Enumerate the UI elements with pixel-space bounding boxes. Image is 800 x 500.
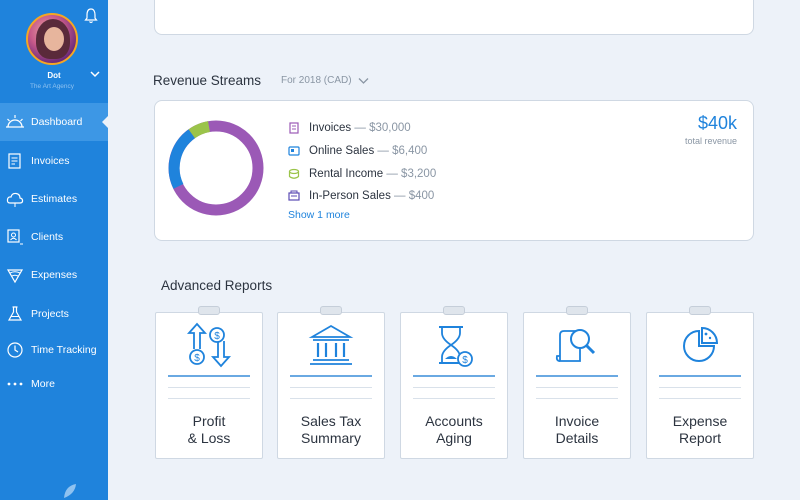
report-label: Profit & Loss bbox=[187, 413, 231, 446]
chevron-down-icon[interactable] bbox=[90, 70, 100, 78]
profit-loss-icon: $ $ bbox=[156, 321, 262, 375]
clipboard-clip bbox=[320, 306, 342, 315]
estimates-icon bbox=[5, 189, 25, 209]
report-card-invoice-details[interactable]: Invoice Details bbox=[523, 306, 631, 459]
show-more-link[interactable]: Show 1 more bbox=[288, 209, 350, 221]
list-item: In-Person Sales — $400 bbox=[288, 185, 436, 208]
period-selector[interactable]: For 2018 (CAD) bbox=[281, 75, 352, 86]
total-revenue-amount: $40k bbox=[697, 113, 737, 133]
revenue-streams-title: Revenue Streams bbox=[153, 73, 262, 88]
placeholder-lines bbox=[168, 375, 250, 409]
clipboard-clip bbox=[198, 306, 220, 315]
revenue-donut-chart bbox=[168, 120, 264, 216]
clipboard-clip bbox=[689, 306, 711, 315]
sidebar-item-label: Time Tracking bbox=[31, 344, 97, 356]
stream-amount: — $3,200 bbox=[386, 167, 437, 180]
report-card-sales-tax-summary[interactable]: Sales Tax Summary bbox=[277, 306, 385, 459]
sidebar-item-label: More bbox=[31, 378, 55, 390]
sidebar: Dot The Art Agency Dashboard Invoices Es… bbox=[0, 0, 108, 500]
bell-icon[interactable] bbox=[84, 8, 98, 24]
sidebar-item-label: Expenses bbox=[31, 269, 78, 281]
invoices-icon bbox=[5, 151, 25, 171]
stream-label: Rental Income bbox=[309, 167, 384, 180]
clipboard-clip bbox=[566, 306, 588, 315]
in-person-sales-icon bbox=[288, 190, 300, 202]
rental-income-icon bbox=[288, 168, 300, 180]
avatar[interactable] bbox=[26, 13, 78, 65]
stream-amount: — $30,000 bbox=[354, 122, 411, 135]
svg-text:$: $ bbox=[194, 353, 200, 364]
placeholder-lines bbox=[536, 375, 618, 409]
report-label: Sales Tax Summary bbox=[300, 413, 362, 446]
advanced-reports-title: Advanced Reports bbox=[161, 278, 273, 293]
online-sales-icon bbox=[288, 145, 300, 157]
clipboard-clip bbox=[443, 306, 465, 315]
total-revenue: $40k total revenue bbox=[685, 113, 737, 146]
sidebar-item-clients[interactable]: Clients bbox=[0, 218, 108, 256]
sidebar-item-label: Clients bbox=[31, 231, 64, 243]
total-revenue-label: total revenue bbox=[684, 136, 737, 146]
list-item: Invoices — $30,000 bbox=[288, 117, 436, 140]
sidebar-item-label: Dashboard bbox=[31, 116, 83, 128]
sidebar-item-label: Estimates bbox=[31, 193, 78, 205]
stream-label: Invoices bbox=[309, 122, 352, 135]
report-label: Accounts Aging bbox=[425, 413, 483, 446]
sidebar-item-projects[interactable]: Projects bbox=[0, 295, 108, 333]
placeholder-lines bbox=[659, 375, 741, 409]
report-card-expense-report[interactable]: Expense Report bbox=[646, 306, 754, 459]
list-item: Rental Income — $3,200 bbox=[288, 162, 436, 185]
sidebar-item-time-tracking[interactable]: Time Tracking bbox=[0, 331, 108, 369]
top-card bbox=[154, 0, 754, 35]
report-card-profit-loss[interactable]: $ $ Profit & Loss bbox=[155, 306, 263, 459]
projects-icon bbox=[5, 304, 25, 324]
sidebar-item-expenses[interactable]: Expenses bbox=[0, 256, 108, 294]
expenses-icon bbox=[5, 265, 25, 285]
revenue-card: Invoices — $30,000 Online Sales — $6,400… bbox=[154, 100, 754, 241]
clock-icon bbox=[5, 340, 25, 360]
sidebar-item-estimates[interactable]: Estimates bbox=[0, 180, 108, 218]
report-label: Expense Report bbox=[672, 413, 728, 446]
dashboard-sun-icon bbox=[5, 112, 25, 132]
more-dots-icon bbox=[5, 374, 25, 394]
placeholder-lines bbox=[413, 375, 495, 409]
placeholder-lines bbox=[290, 375, 372, 409]
report-label: Invoice Details bbox=[554, 413, 600, 446]
sidebar-item-invoices[interactable]: Invoices bbox=[0, 142, 108, 180]
stream-label: Online Sales bbox=[309, 145, 375, 158]
pie-chart-icon bbox=[647, 321, 753, 375]
sidebar-item-more[interactable]: More bbox=[0, 365, 108, 403]
stream-amount: — $6,400 bbox=[377, 145, 428, 158]
list-item: Online Sales — $6,400 bbox=[288, 140, 436, 163]
sidebar-item-label: Invoices bbox=[31, 155, 70, 167]
hourglass-icon: $ bbox=[401, 321, 507, 375]
clients-icon bbox=[5, 227, 25, 247]
stream-label: In-Person Sales bbox=[309, 190, 391, 203]
report-card-accounts-aging[interactable]: $ Accounts Aging bbox=[400, 306, 508, 459]
svg-text:$: $ bbox=[214, 331, 220, 342]
leaf-icon bbox=[64, 484, 76, 498]
stream-amount: — $400 bbox=[394, 190, 435, 203]
bank-icon bbox=[278, 321, 384, 375]
user-org: The Art Agency bbox=[29, 83, 75, 90]
svg-text:$: $ bbox=[462, 355, 468, 366]
chevron-down-icon[interactable] bbox=[358, 77, 369, 85]
invoice-search-icon bbox=[524, 321, 630, 375]
revenue-stream-list: Invoices — $30,000 Online Sales — $6,400… bbox=[288, 117, 436, 208]
invoice-stream-icon bbox=[288, 122, 300, 134]
sidebar-item-dashboard[interactable]: Dashboard bbox=[0, 103, 108, 141]
sidebar-item-label: Projects bbox=[31, 308, 69, 320]
